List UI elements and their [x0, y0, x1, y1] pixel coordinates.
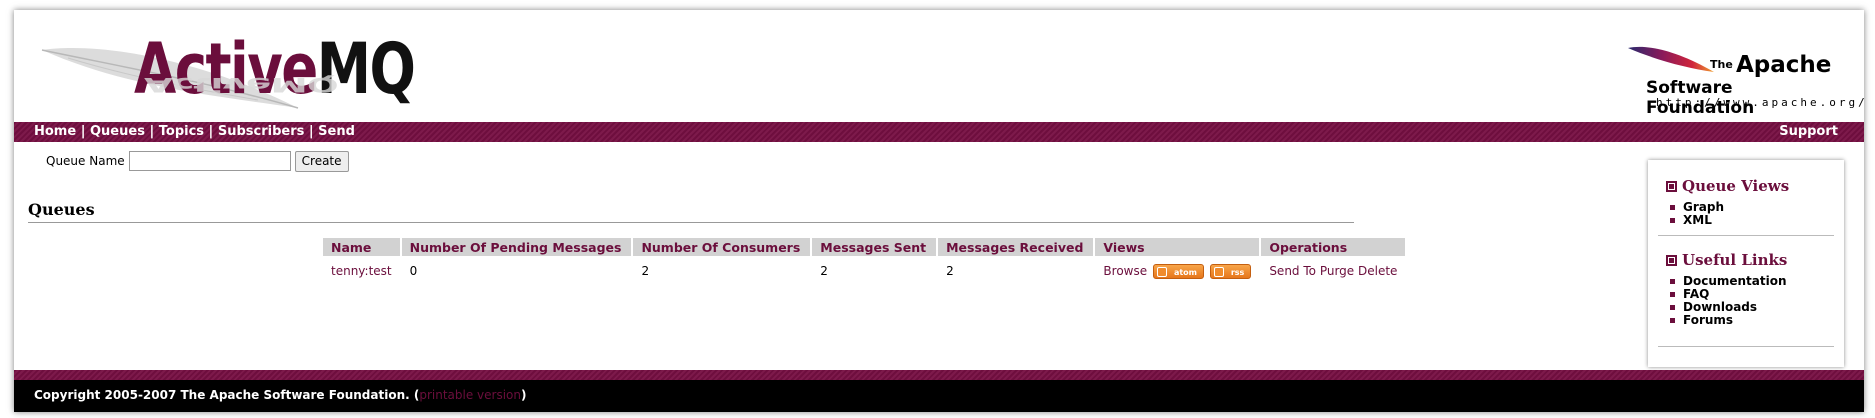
queue-views-list: Graph XML: [1670, 201, 1789, 227]
logo-reflection: ActiveMQ: [144, 73, 338, 96]
col-consumers: Number Of Consumers: [633, 238, 811, 256]
queue-views-title: Queue Views: [1682, 177, 1790, 195]
queue-name-link[interactable]: tenny:test: [323, 256, 400, 286]
sidebar-item-forums[interactable]: Forums: [1670, 314, 1787, 327]
col-pending: Number Of Pending Messages: [401, 238, 632, 256]
sidebar-divider: [1658, 346, 1834, 347]
copyright-text: Copyright 2005-2007 The Apache Software …: [34, 388, 420, 402]
page: ActiveMQ ActiveMQ The Apache Software Fo…: [14, 10, 1865, 412]
send-to-link[interactable]: Send To: [1269, 264, 1316, 278]
queue-name-input[interactable]: [128, 151, 291, 171]
feed-icon: [1213, 266, 1224, 277]
col-name: Name: [323, 238, 400, 256]
col-operations: Operations: [1261, 238, 1406, 256]
header: ActiveMQ ActiveMQ The Apache Software Fo…: [14, 10, 1865, 122]
activemq-logo[interactable]: ActiveMQ: [134, 30, 416, 108]
useful-links-list: Documentation FAQ Downloads Forums: [1670, 275, 1787, 327]
operations-cell: Send To Purge Delete: [1261, 256, 1405, 286]
views-cell: Browse atom rss: [1095, 256, 1259, 286]
sidebar-item-xml[interactable]: XML: [1670, 214, 1789, 227]
nav-bar: Home | Queues | Topics | Subscribers | S…: [14, 122, 1864, 142]
col-received: Messages Received: [938, 238, 1094, 256]
printable-version-link[interactable]: printable version: [419, 388, 521, 402]
useful-links-title: Useful Links: [1682, 251, 1788, 269]
queue-name-label: Queue Name: [46, 154, 125, 168]
col-views: Views: [1095, 238, 1260, 256]
sidebar-divider: [1658, 235, 1834, 236]
create-button[interactable]: Create: [294, 150, 349, 172]
nav-home[interactable]: Home: [34, 124, 76, 139]
section-bullet-icon: [1666, 254, 1677, 266]
feed-icon: [1156, 266, 1167, 277]
pending-count: 0: [409, 264, 418, 278]
sent-count: 2: [820, 264, 828, 278]
delete-link[interactable]: Delete: [1358, 264, 1397, 278]
table-header-row: Name Number Of Pending Messages Number O…: [323, 238, 1406, 256]
nav-topics[interactable]: Topics: [159, 124, 204, 139]
apache-feather-icon: [1628, 46, 1714, 72]
browse-link[interactable]: Browse: [1103, 264, 1147, 278]
nav-subscribers[interactable]: Subscribers: [218, 124, 305, 139]
queues-table: Name Number Of Pending Messages Number O…: [321, 238, 1407, 286]
create-queue-form: Queue Name Create: [46, 150, 349, 172]
section-bullet-icon: [1666, 180, 1677, 192]
consumer-count: 2: [641, 264, 650, 278]
page-title: Queues: [28, 200, 95, 219]
nav-support[interactable]: Support: [1779, 122, 1838, 142]
rss-feed-button[interactable]: rss: [1209, 263, 1252, 279]
footer: Copyright 2005-2007 The Apache Software …: [14, 380, 1864, 412]
purge-link[interactable]: Purge: [1320, 264, 1354, 278]
atom-feed-button[interactable]: atom: [1152, 263, 1205, 279]
queue-views-section: Queue Views Graph XML: [1666, 177, 1789, 227]
nav-send[interactable]: Send: [318, 124, 355, 139]
footer-stripe: [14, 370, 1864, 380]
title-divider: [28, 222, 1354, 223]
nav-links: Home | Queues | Topics | Subscribers | S…: [34, 124, 355, 139]
table-row: tenny:test 0 2 2 2 Browse atom rss Send …: [323, 256, 1405, 286]
received-count: 2: [946, 264, 954, 278]
useful-links-section: Useful Links Documentation FAQ Downloads…: [1666, 251, 1787, 327]
col-sent: Messages Sent: [812, 238, 937, 256]
apache-logo[interactable]: The Apache Software Foundation http://ww…: [1626, 42, 1865, 118]
nav-queues[interactable]: Queues: [90, 124, 145, 139]
sidebar: Queue Views Graph XML Useful Links Docum…: [1648, 160, 1844, 367]
